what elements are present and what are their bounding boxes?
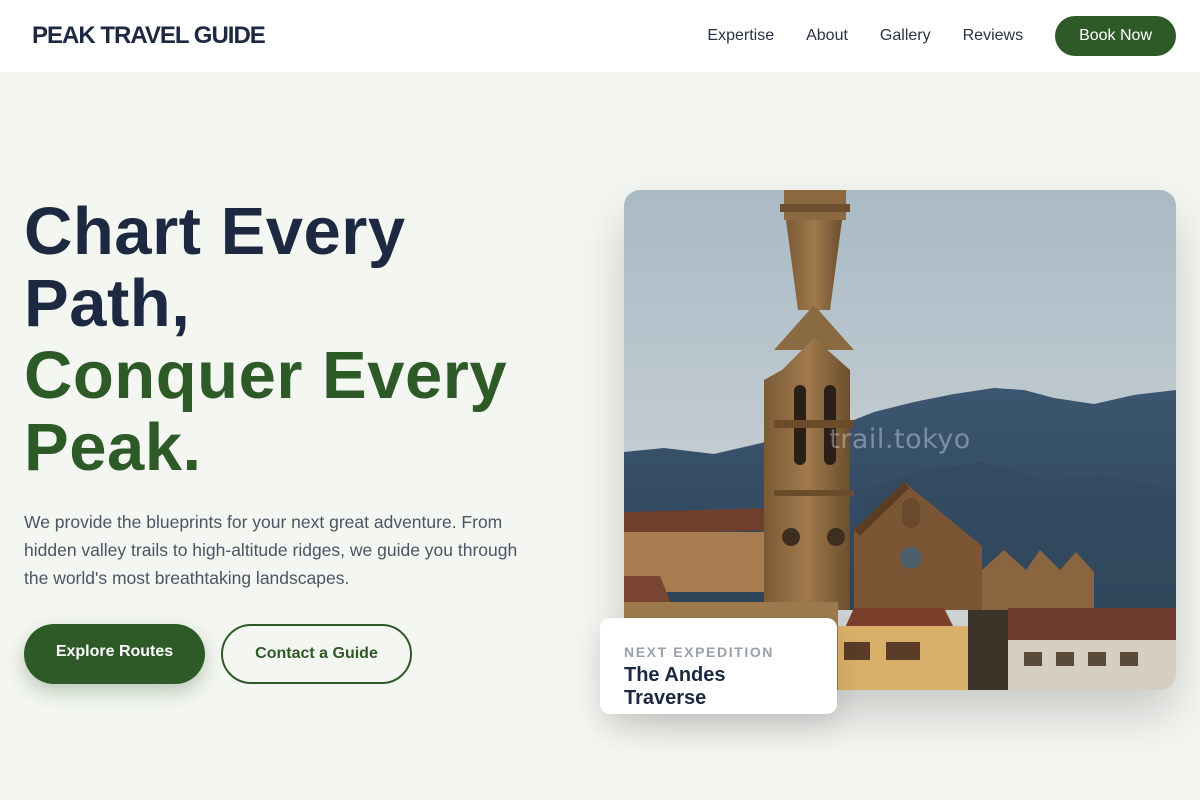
hero-image: trail.tokyo — [624, 190, 1176, 690]
expedition-title: The Andes Traverse — [624, 664, 726, 709]
hero-title: Chart Every Path, Conquer Every Peak. — [24, 196, 584, 484]
book-now-button[interactable]: Book Now — [1055, 16, 1176, 56]
nav-link-reviews[interactable]: Reviews — [963, 27, 1023, 45]
image-watermark: trail.tokyo — [829, 424, 971, 455]
nav-link-about[interactable]: About — [806, 27, 848, 45]
contact-guide-button[interactable]: Contact a Guide — [221, 624, 412, 684]
hero-description: We provide the blueprints for your next … — [24, 512, 518, 588]
main-nav: Expertise About Gallery Reviews Book Now — [707, 16, 1176, 56]
expedition-label: NEXT EXPEDITION — [624, 644, 775, 660]
site-header: PEAK TRAVEL GUIDE Expertise About Galler… — [0, 0, 1200, 72]
nav-link-gallery[interactable]: Gallery — [880, 27, 931, 45]
hero-title-line-3: Conquer Every — [24, 338, 508, 413]
next-expedition-card[interactable]: NEXT EXPEDITION The Andes Traverse — [600, 618, 837, 714]
hero-title-line-1: Chart Every — [24, 194, 406, 269]
hero-title-line-2: Path, — [24, 266, 191, 341]
explore-routes-button[interactable]: Explore Routes — [24, 624, 205, 684]
nav-link-expertise[interactable]: Expertise — [707, 27, 774, 45]
site-logo[interactable]: PEAK TRAVEL GUIDE — [32, 22, 266, 50]
hero-title-line-4: Peak. — [24, 410, 202, 485]
